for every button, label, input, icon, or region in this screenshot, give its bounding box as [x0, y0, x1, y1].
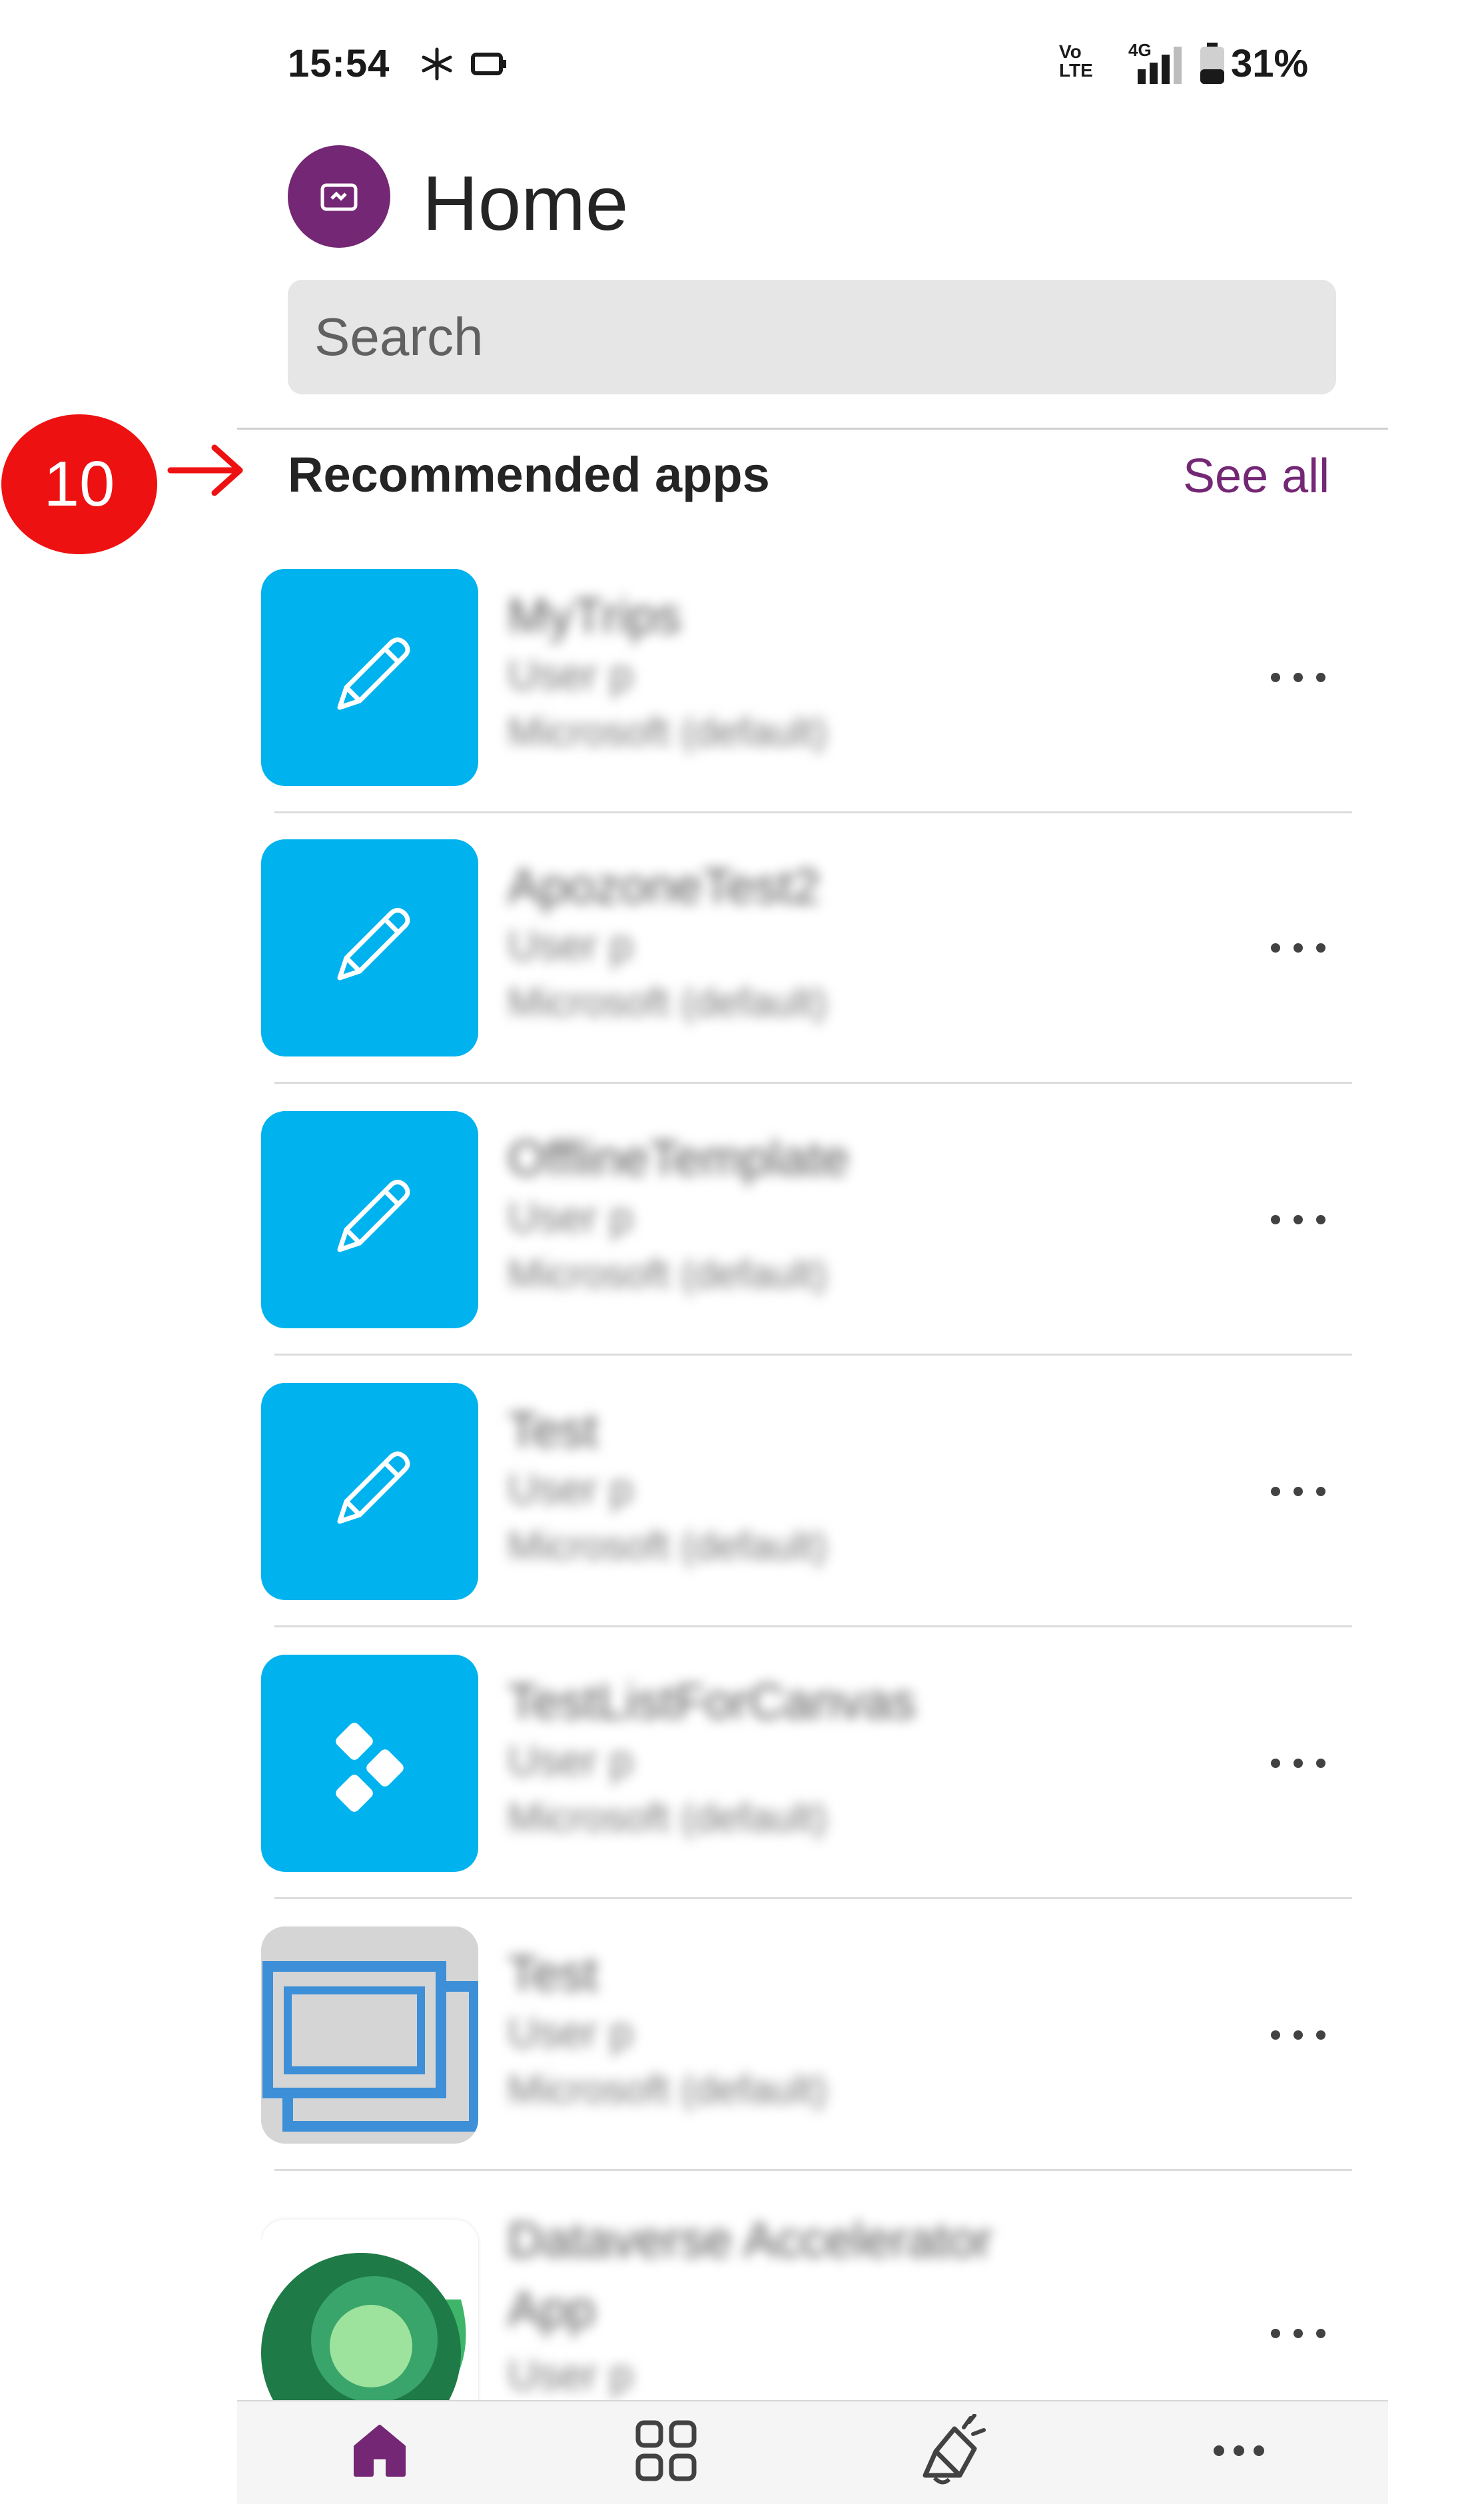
more-options-button[interactable] — [1271, 1487, 1331, 1507]
diamonds-icon — [336, 1723, 404, 1812]
row-divider — [274, 1897, 1352, 1899]
more-options-button[interactable] — [1271, 2030, 1331, 2050]
app-owner: User p — [508, 2008, 633, 2056]
app-name: Test — [508, 1946, 598, 2001]
callout-arrow-icon — [167, 444, 243, 496]
pencil-icon — [337, 908, 410, 981]
windows-icon — [261, 1926, 478, 2144]
app-tile — [261, 1111, 478, 1328]
app-environment: Microsoft (default) — [508, 2067, 828, 2112]
volte-label: Vo LTE — [1059, 41, 1093, 81]
section-title: Recommended apps — [288, 447, 770, 502]
see-all-link[interactable]: See all — [1183, 449, 1329, 504]
power-apps-icon — [320, 183, 358, 211]
app-environment: Microsoft (default) — [508, 1523, 828, 1568]
app-name: TestListForCanvas — [508, 1674, 916, 1729]
pencil-icon — [337, 1452, 410, 1524]
row-divider — [274, 1082, 1352, 1084]
row-divider — [274, 811, 1352, 813]
apps-grid-icon — [635, 2420, 697, 2481]
home-icon — [354, 2425, 406, 2477]
dataverse-icon — [261, 2253, 466, 2400]
nav-whats-new[interactable] — [913, 2411, 992, 2491]
app-tile — [261, 1383, 478, 1600]
app-owner: User p — [508, 1465, 633, 1513]
nav-apps[interactable] — [626, 2411, 706, 2491]
app-row[interactable]: ApozoneTest2 User p Microsoft (default) — [261, 838, 1352, 1110]
app-environment: Microsoft (default) — [508, 709, 828, 754]
power-apps-logo[interactable] — [288, 145, 390, 248]
more-options-button[interactable] — [1271, 1215, 1331, 1235]
app-owner: User p — [508, 2351, 633, 2399]
app-row[interactable]: TestListForCanvas User p Microsoft (defa… — [261, 1653, 1352, 1925]
app-tile — [261, 1926, 478, 2144]
more-options-button[interactable] — [1271, 673, 1331, 693]
search-input[interactable] — [288, 280, 1336, 394]
app-name: ApozoneTest2 — [508, 859, 821, 914]
row-divider — [274, 1354, 1352, 1356]
cast-icon — [471, 53, 506, 75]
bottom-nav — [237, 2400, 1388, 2504]
more-icon — [1214, 2445, 1264, 2456]
app-name: Test — [508, 1402, 598, 1458]
nav-home[interactable] — [340, 2411, 420, 2491]
app-name: MyTrips — [508, 588, 681, 643]
app-owner: User p — [508, 651, 633, 699]
assistant-icon — [422, 47, 452, 81]
callout-badge: 10 — [1, 414, 157, 554]
app-owner: User p — [508, 1193, 633, 1241]
app-tile — [261, 569, 478, 786]
megaphone-icon — [923, 2414, 986, 2485]
app-row[interactable]: MyTrips User p Microsoft (default) — [261, 568, 1352, 839]
signal-icon — [1138, 47, 1182, 84]
pencil-icon — [337, 637, 410, 710]
app-row[interactable]: OfflineTemplate User p Microsoft (defaul… — [261, 1110, 1352, 1382]
page-title: Home — [422, 160, 629, 246]
battery-icon — [1200, 43, 1224, 84]
app-environment: Microsoft (default) — [508, 1795, 828, 1840]
app-tile — [261, 839, 478, 1056]
app-row[interactable]: Test User p Microsoft (default) — [261, 1382, 1352, 1653]
nav-more[interactable] — [1199, 2411, 1279, 2491]
divider — [237, 428, 1388, 430]
row-divider — [274, 2169, 1352, 2171]
app-name: OfflineTemplate — [508, 1130, 849, 1186]
app-tile — [261, 2220, 478, 2400]
app-owner: User p — [508, 1737, 633, 1785]
app-environment: Microsoft (default) — [508, 980, 828, 1025]
app-environment: Microsoft (default) — [508, 1252, 828, 1296]
app-tile — [261, 1655, 478, 1872]
app-row[interactable]: Test User p Microsoft (default) — [261, 1925, 1352, 2197]
row-divider — [274, 1625, 1352, 1627]
more-options-button[interactable] — [1271, 1759, 1331, 1779]
app-name: Dataverse Accelerator — [508, 2212, 993, 2268]
battery-percent: 31% — [1231, 42, 1309, 85]
app-owner: User p — [508, 921, 633, 969]
app-row[interactable]: Dataverse Accelerator App User p — [261, 2198, 1352, 2400]
more-options-button[interactable] — [1271, 943, 1331, 963]
app-name-line2: App — [508, 2282, 595, 2337]
more-options-button[interactable] — [1271, 2329, 1331, 2349]
status-time: 15:54 — [288, 42, 390, 85]
pencil-icon — [337, 1180, 410, 1252]
